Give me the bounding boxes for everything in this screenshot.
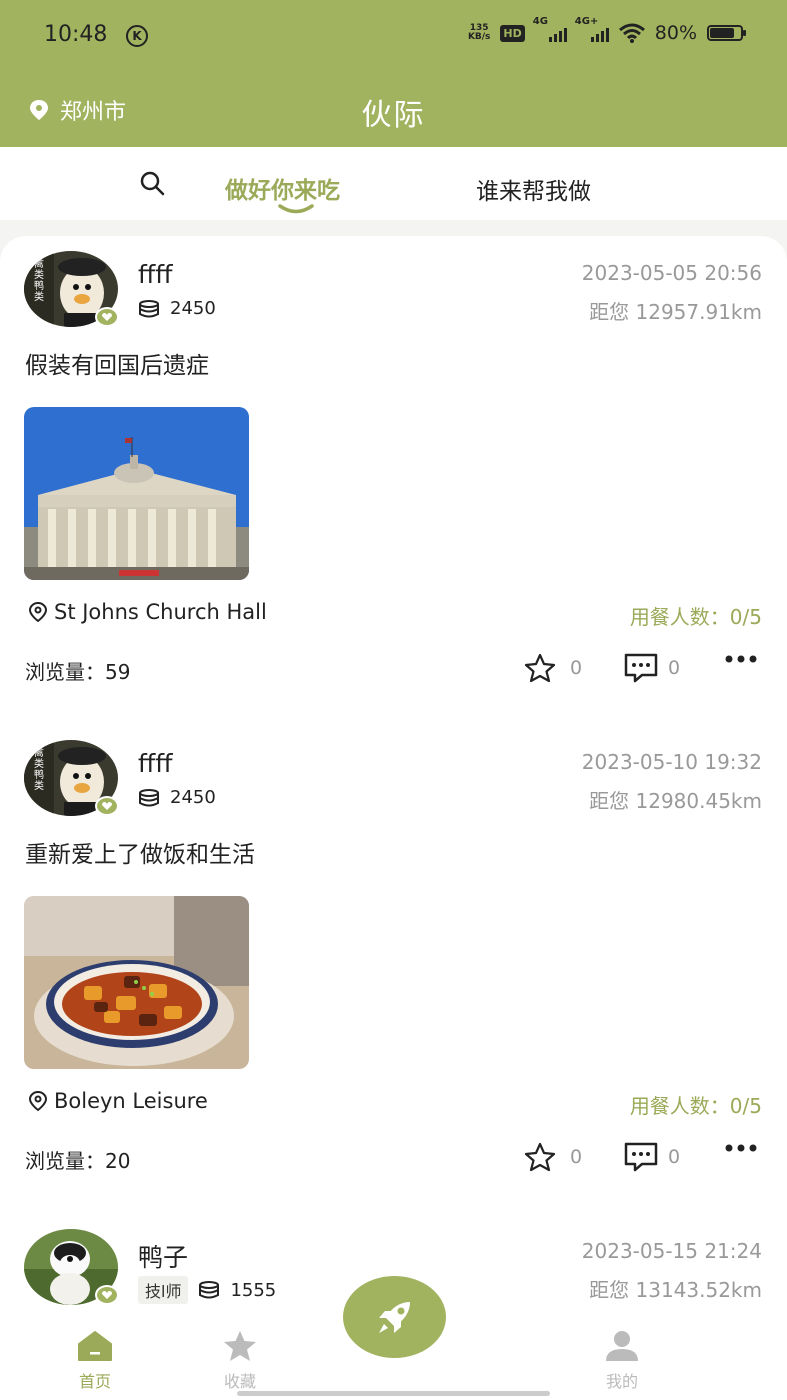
- battery-percent: 80%: [654, 22, 697, 44]
- page-title: 伙际: [361, 98, 426, 133]
- home-indicator: [237, 1391, 550, 1396]
- avatar-text: 禽类鸭类: [34, 748, 44, 792]
- user-meta: 2450: [138, 298, 216, 319]
- post-content[interactable]: 重新爱上了做饭和生活: [25, 835, 255, 869]
- diners-count: 用餐人数：0/5: [629, 605, 762, 629]
- post-distance: 距您 12980.45km: [589, 789, 762, 813]
- comment-button[interactable]: 0: [624, 653, 680, 683]
- star-icon: [524, 1142, 556, 1172]
- points: 2450: [170, 787, 216, 808]
- comment-count: 0: [668, 1146, 681, 1168]
- nav-favorites[interactable]: 收藏: [200, 1330, 280, 1392]
- user-tag: 技l师: [138, 1276, 189, 1304]
- post-location[interactable]: Boleyn Leisure: [28, 1089, 208, 1113]
- hd-icon: HD: [500, 24, 525, 42]
- wifi-icon: [618, 23, 645, 43]
- post-date: 2023-05-05 20:56: [581, 261, 762, 285]
- more-icon[interactable]: [724, 652, 758, 666]
- signal-icon-2: 4G+: [575, 16, 609, 42]
- tab-active-indicator: [278, 204, 314, 214]
- post-distance: 距您 13143.52km: [589, 1278, 762, 1302]
- coins-icon: [139, 788, 159, 806]
- post-image-food[interactable]: [24, 896, 249, 1069]
- comment-count: 0: [668, 657, 681, 679]
- feed-list: 禽类鸭类 ffff 2450 2023-05-05 20:56 距您 12957…: [0, 236, 787, 1400]
- home-icon: [78, 1331, 112, 1361]
- star-icon: [224, 1331, 256, 1361]
- verified-badge: [95, 1285, 119, 1305]
- post-location[interactable]: St Johns Church Hall: [28, 600, 267, 624]
- publish-button[interactable]: [343, 1276, 446, 1358]
- comment-icon: [624, 653, 658, 683]
- comment-icon: [624, 1142, 658, 1172]
- place-name: St Johns Church Hall: [54, 600, 267, 624]
- search-icon[interactable]: [138, 169, 166, 197]
- nav-profile[interactable]: 我的: [582, 1330, 662, 1392]
- favorite-button[interactable]: 0: [524, 653, 582, 683]
- post-image-building[interactable]: [24, 407, 249, 580]
- app-bar: 郑州市 伙际: [0, 72, 787, 147]
- view-count: 浏览量：20: [25, 1149, 131, 1173]
- favorite-count: 0: [570, 657, 583, 679]
- coins-icon: [199, 1281, 220, 1299]
- place-name: Boleyn Leisure: [54, 1089, 208, 1113]
- username[interactable]: ffff: [138, 260, 172, 289]
- battery-fill: [710, 28, 734, 38]
- user-meta: 技l师 1555: [138, 1276, 276, 1304]
- user-meta: 2450: [138, 787, 216, 808]
- user-icon: [606, 1331, 638, 1361]
- favorite-button[interactable]: 0: [524, 1142, 582, 1172]
- post-date: 2023-05-15 21:24: [581, 1239, 762, 1263]
- post-card[interactable]: 禽类鸭类 ffff 2450 2023-05-05 20:56 距您 12957…: [0, 236, 787, 726]
- rocket-icon: [378, 1302, 410, 1333]
- tab-bar: 做好你来吃 谁来帮我做: [0, 147, 787, 220]
- net-speed: 135 KB/s: [467, 23, 491, 42]
- username[interactable]: 鸭子: [138, 1238, 188, 1274]
- notification-icon: K: [126, 25, 148, 47]
- avatar-text: 禽类鸭类: [34, 259, 44, 303]
- verified-badge: [95, 307, 119, 327]
- status-bar: 10:48 K 135 KB/s HD 4G 4G+ 80%: [0, 0, 787, 72]
- comment-button[interactable]: 0: [624, 1142, 680, 1172]
- post-date: 2023-05-10 19:32: [581, 750, 762, 774]
- star-icon: [524, 653, 556, 683]
- username[interactable]: ffff: [138, 749, 172, 778]
- post-content[interactable]: 假装有回国后遗症: [25, 346, 209, 380]
- signal-icon: 4G: [533, 16, 567, 42]
- post-distance: 距您 12957.91km: [589, 300, 762, 324]
- nav-home[interactable]: 首页: [55, 1330, 135, 1392]
- favorite-count: 0: [570, 1146, 583, 1168]
- diners-count: 用餐人数：0/5: [629, 1094, 762, 1118]
- location-pin-icon: [28, 602, 48, 622]
- status-icons: 135 KB/s HD 4G 4G+ 80%: [467, 16, 746, 44]
- more-icon[interactable]: [724, 1141, 758, 1155]
- points: 1555: [230, 1279, 277, 1301]
- view-count: 浏览量：59: [25, 660, 131, 684]
- tab-cooked[interactable]: 做好你来吃: [225, 171, 340, 205]
- coins-icon: [139, 299, 159, 317]
- points: 2450: [170, 298, 216, 319]
- tab-who-cooks[interactable]: 谁来帮我做: [476, 172, 591, 206]
- verified-badge: [95, 796, 119, 816]
- battery-icon: [707, 25, 746, 41]
- post-card[interactable]: 禽类鸭类 ffff 2450 2023-05-10 19:32 距您 12980…: [0, 725, 787, 1215]
- location-pin-icon: [28, 1091, 48, 1111]
- status-time: 10:48: [44, 22, 108, 47]
